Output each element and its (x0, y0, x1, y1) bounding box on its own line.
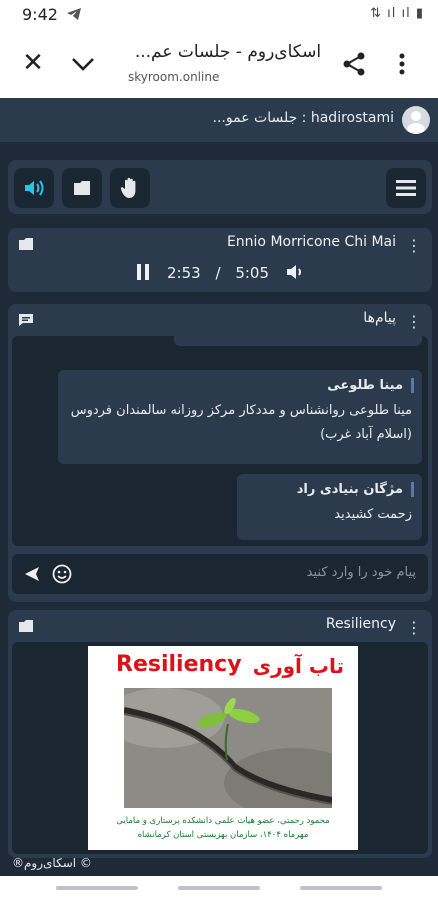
pause-icon[interactable] (136, 264, 155, 282)
raise-hand-button[interactable] (110, 168, 150, 208)
chat-messages[interactable]: مینا طلوعی مینا طلوعی روانشناس و مددکار … (12, 336, 428, 546)
more-menu-icon[interactable] (398, 52, 406, 80)
speaker-button[interactable] (14, 168, 54, 208)
slide-menu-icon[interactable]: ⋮ (406, 620, 422, 636)
slide-heading-fa: تاب آوری (252, 654, 344, 678)
user-bar: hadirostami : جلسات عمو... (0, 98, 438, 142)
folder-button[interactable] (62, 168, 102, 208)
signal-battery-icons: ⇅ ıl ıl ▮ (370, 6, 424, 21)
slide-credit-line-2: مهرماه ۱۴۰۴، سازمان بهزیستی استان کرمانش… (137, 830, 309, 840)
player-menu-icon[interactable]: ⋮ (406, 238, 422, 254)
slide-viewer[interactable]: Resiliency تاب آوری محمود رحمتی، عضو هیا… (12, 642, 428, 854)
nav-recents-handle[interactable] (300, 886, 382, 890)
slide-credits: محمود رحمتی، عضو هیات علمی دانشکده پرستا… (88, 814, 358, 842)
chat-title: پیام‌ها (363, 310, 396, 326)
slide-credit-line-1: محمود رحمتی، عضو هیات علمی دانشکده پرستا… (116, 816, 330, 826)
list-item: مینا طلوعی مینا طلوعی روانشناس و مددکار … (58, 370, 422, 464)
hamburger-menu-button[interactable] (386, 168, 426, 208)
footer-copyright: © اسکای‌روم® (12, 856, 92, 870)
chat-input-placeholder: پیام خود را وارد کنید (306, 565, 416, 580)
chat-panel: پیام‌ها ⋮ مینا طلوعی مینا طلوعی روانشناس… (8, 304, 432, 602)
navigation-bar (0, 876, 438, 900)
current-time: 2:53 (167, 264, 201, 282)
nav-back-handle[interactable] (56, 886, 138, 890)
message-text: زحمت کشیدید (334, 507, 412, 522)
list-item: مژگان بنیادی راد زحمت کشیدید (237, 474, 422, 540)
status-time: 9:42 (22, 5, 58, 24)
player-controls: 2:53 / 5:05 (8, 264, 432, 282)
folder-icon[interactable] (18, 618, 34, 637)
share-icon[interactable] (342, 52, 366, 80)
page-title: اسکای‌روم - جلسات عم... (134, 42, 322, 62)
chat-menu-icon[interactable]: ⋮ (406, 314, 422, 330)
emoji-icon[interactable] (52, 564, 72, 588)
volume-icon[interactable] (286, 264, 304, 282)
message-author: مینا طلوعی (58, 378, 414, 393)
close-icon[interactable]: ✕ (18, 48, 48, 78)
message-author: مژگان بنیادی راد (237, 482, 414, 497)
avatar[interactable] (402, 106, 430, 134)
chevron-down-icon[interactable] (68, 48, 98, 78)
send-icon[interactable] (24, 566, 40, 586)
slide-image: Resiliency تاب آوری محمود رحمتی، عضو هیا… (88, 646, 358, 850)
status-bar: 9:42 ⇅ ıl ıl ▮ (0, 0, 438, 30)
control-toolbar (8, 160, 432, 214)
folder-icon[interactable] (18, 236, 34, 255)
presentation-panel: Resiliency ⋮ Resiliency تاب آوری محمود ر… (8, 610, 432, 858)
slide-photo (124, 688, 332, 808)
nav-home-handle[interactable] (178, 886, 260, 890)
telegram-icon (66, 6, 82, 25)
page-url: skyroom.online (128, 70, 220, 84)
duration: 5:05 (235, 264, 269, 282)
chat-input[interactable]: پیام خود را وارد کنید (12, 554, 428, 594)
slide-heading-en: Resiliency (116, 652, 242, 677)
slide-panel-title: Resiliency (325, 616, 396, 632)
time-separator: / (215, 264, 221, 282)
user-label: hadirostami : جلسات عمو... (212, 110, 394, 126)
track-title: Ennio Morricone Chi Mai (226, 234, 396, 250)
list-item (174, 336, 422, 346)
audio-player-panel: Ennio Morricone Chi Mai ⋮ 2:53 / 5:05 (8, 228, 432, 292)
chat-icon (18, 312, 34, 331)
browser-toolbar: ✕ اسکای‌روم - جلسات عم... skyroom.online (0, 30, 438, 99)
message-text: مینا طلوعی روانشناس و مددکار مرکز روزانه… (70, 403, 412, 442)
